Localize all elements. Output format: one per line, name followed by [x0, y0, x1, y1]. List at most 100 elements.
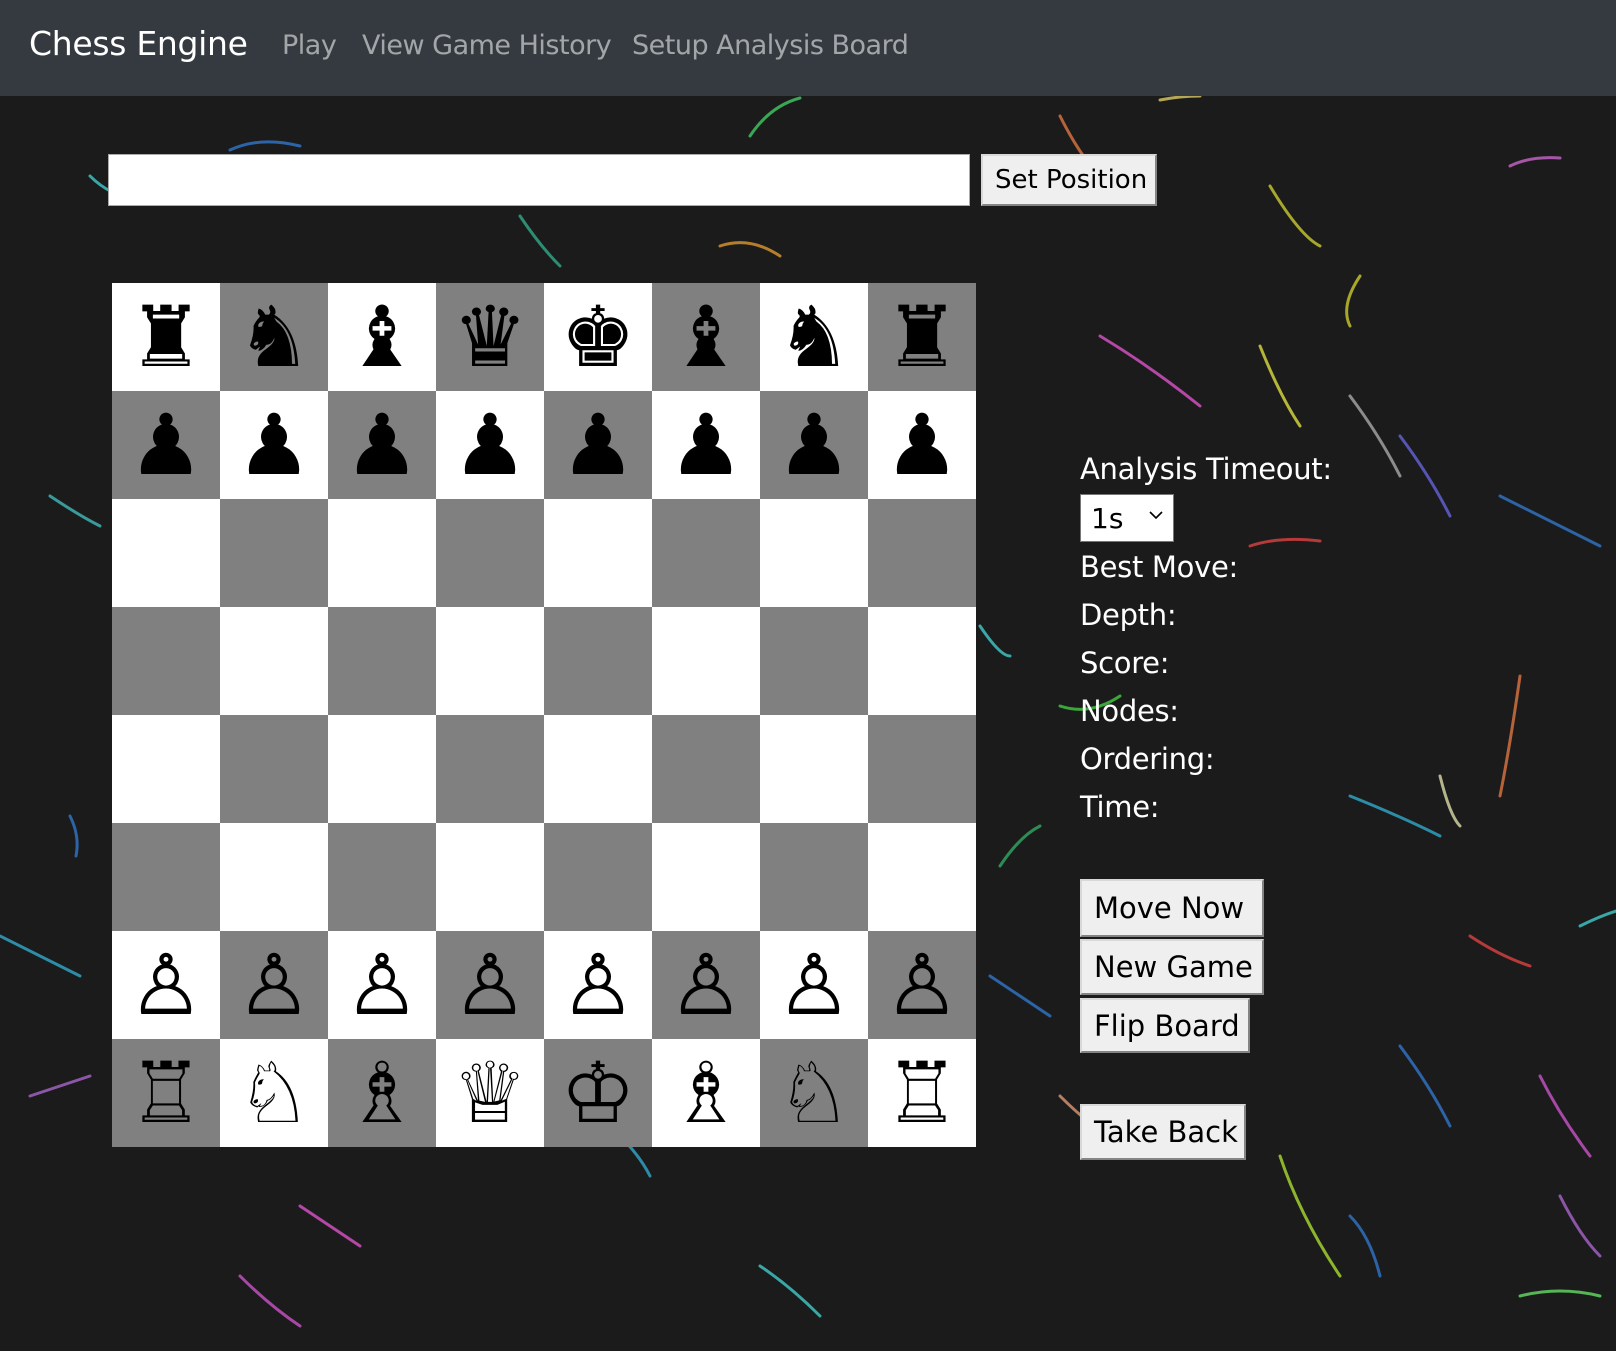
new-game-button[interactable]: New Game — [1080, 939, 1264, 995]
chess-piece[interactable]: ♟ — [884, 403, 959, 487]
square-g3[interactable] — [760, 823, 868, 931]
square-f3[interactable] — [652, 823, 760, 931]
square-a6[interactable] — [112, 499, 220, 607]
chess-piece[interactable]: ♛ — [452, 295, 527, 379]
chess-piece[interactable]: ♙ — [776, 943, 851, 1027]
chess-piece[interactable]: ♙ — [344, 943, 419, 1027]
square-c3[interactable] — [328, 823, 436, 931]
square-a3[interactable] — [112, 823, 220, 931]
square-h3[interactable] — [868, 823, 976, 931]
square-b2[interactable]: ♙ — [220, 931, 328, 1039]
square-g8[interactable]: ♞ — [760, 283, 868, 391]
square-d1[interactable]: ♕ — [436, 1039, 544, 1147]
square-d5[interactable] — [436, 607, 544, 715]
square-c8[interactable]: ♝ — [328, 283, 436, 391]
nav-link-game-history[interactable]: View Game History — [362, 30, 612, 61]
square-h1[interactable]: ♖ — [868, 1039, 976, 1147]
chess-piece[interactable]: ♜ — [128, 295, 203, 379]
square-b6[interactable] — [220, 499, 328, 607]
chess-piece[interactable]: ♟ — [236, 403, 311, 487]
square-g2[interactable]: ♙ — [760, 931, 868, 1039]
square-d7[interactable]: ♟ — [436, 391, 544, 499]
flip-board-button[interactable]: Flip Board — [1080, 998, 1250, 1053]
square-b1[interactable]: ♘ — [220, 1039, 328, 1147]
square-f6[interactable] — [652, 499, 760, 607]
take-back-button[interactable]: Take Back — [1080, 1104, 1246, 1160]
square-g6[interactable] — [760, 499, 868, 607]
square-b3[interactable] — [220, 823, 328, 931]
chess-piece[interactable]: ♔ — [560, 1051, 635, 1135]
square-f5[interactable] — [652, 607, 760, 715]
square-h7[interactable]: ♟ — [868, 391, 976, 499]
square-b5[interactable] — [220, 607, 328, 715]
nav-link-setup-analysis-board[interactable]: Setup Analysis Board — [632, 30, 909, 61]
square-a1[interactable]: ♖ — [112, 1039, 220, 1147]
chess-piece[interactable]: ♙ — [236, 943, 311, 1027]
square-d2[interactable]: ♙ — [436, 931, 544, 1039]
square-e6[interactable] — [544, 499, 652, 607]
chess-piece[interactable]: ♙ — [560, 943, 635, 1027]
chess-piece[interactable]: ♙ — [452, 943, 527, 1027]
chess-piece[interactable]: ♙ — [884, 943, 959, 1027]
chess-piece[interactable]: ♞ — [236, 295, 311, 379]
chess-piece[interactable]: ♟ — [452, 403, 527, 487]
square-h5[interactable] — [868, 607, 976, 715]
nav-link-play[interactable]: Play — [282, 30, 337, 61]
square-g4[interactable] — [760, 715, 868, 823]
square-c2[interactable]: ♙ — [328, 931, 436, 1039]
square-f4[interactable] — [652, 715, 760, 823]
chess-piece[interactable]: ♖ — [128, 1051, 203, 1135]
square-g5[interactable] — [760, 607, 868, 715]
chess-piece[interactable]: ♚ — [560, 295, 635, 379]
chess-piece[interactable]: ♟ — [344, 403, 419, 487]
fen-input[interactable] — [108, 154, 970, 206]
square-d3[interactable] — [436, 823, 544, 931]
chess-piece[interactable]: ♟ — [668, 403, 743, 487]
square-e8[interactable]: ♚ — [544, 283, 652, 391]
square-h6[interactable] — [868, 499, 976, 607]
square-f2[interactable]: ♙ — [652, 931, 760, 1039]
square-h4[interactable] — [868, 715, 976, 823]
chess-piece[interactable]: ♝ — [344, 295, 419, 379]
chess-piece[interactable]: ♝ — [668, 295, 743, 379]
chess-piece[interactable]: ♙ — [128, 943, 203, 1027]
set-position-button[interactable]: Set Position — [981, 154, 1157, 206]
square-g1[interactable]: ♘ — [760, 1039, 868, 1147]
move-now-button[interactable]: Move Now — [1080, 879, 1264, 937]
square-b7[interactable]: ♟ — [220, 391, 328, 499]
square-g7[interactable]: ♟ — [760, 391, 868, 499]
chess-piece[interactable]: ♟ — [776, 403, 851, 487]
square-a4[interactable] — [112, 715, 220, 823]
square-e7[interactable]: ♟ — [544, 391, 652, 499]
brand-logo[interactable]: Chess Engine — [29, 24, 248, 63]
square-e2[interactable]: ♙ — [544, 931, 652, 1039]
chess-piece[interactable]: ♘ — [776, 1051, 851, 1135]
square-b4[interactable] — [220, 715, 328, 823]
square-h8[interactable]: ♜ — [868, 283, 976, 391]
chess-piece[interactable]: ♕ — [452, 1051, 527, 1135]
chess-board[interactable]: ♜ ♞ ♝ ♛ ♚ ♝ ♞ ♜ ♟ ♟ ♟ ♟ ♟ ♟ ♟ ♟ ♙ ♙ ♙ ♙ ♙ ♙ ♙ ♙ ♖ ♘ ♗ ♕ ♔ ♗ ♘ ♖ — [112, 283, 976, 1147]
square-d6[interactable] — [436, 499, 544, 607]
chess-piece[interactable]: ♙ — [668, 943, 743, 1027]
square-f7[interactable]: ♟ — [652, 391, 760, 499]
square-f8[interactable]: ♝ — [652, 283, 760, 391]
chess-piece[interactable]: ♗ — [344, 1051, 419, 1135]
square-a7[interactable]: ♟ — [112, 391, 220, 499]
square-d8[interactable]: ♛ — [436, 283, 544, 391]
square-e1[interactable]: ♔ — [544, 1039, 652, 1147]
chess-piece[interactable]: ♜ — [884, 295, 959, 379]
square-a5[interactable] — [112, 607, 220, 715]
square-c4[interactable] — [328, 715, 436, 823]
square-e5[interactable] — [544, 607, 652, 715]
chess-piece[interactable]: ♖ — [884, 1051, 959, 1135]
square-c1[interactable]: ♗ — [328, 1039, 436, 1147]
square-c5[interactable] — [328, 607, 436, 715]
square-c6[interactable] — [328, 499, 436, 607]
square-c7[interactable]: ♟ — [328, 391, 436, 499]
chess-piece[interactable]: ♘ — [236, 1051, 311, 1135]
square-a2[interactable]: ♙ — [112, 931, 220, 1039]
square-d4[interactable] — [436, 715, 544, 823]
square-b8[interactable]: ♞ — [220, 283, 328, 391]
chess-piece[interactable]: ♞ — [776, 295, 851, 379]
square-a8[interactable]: ♜ — [112, 283, 220, 391]
